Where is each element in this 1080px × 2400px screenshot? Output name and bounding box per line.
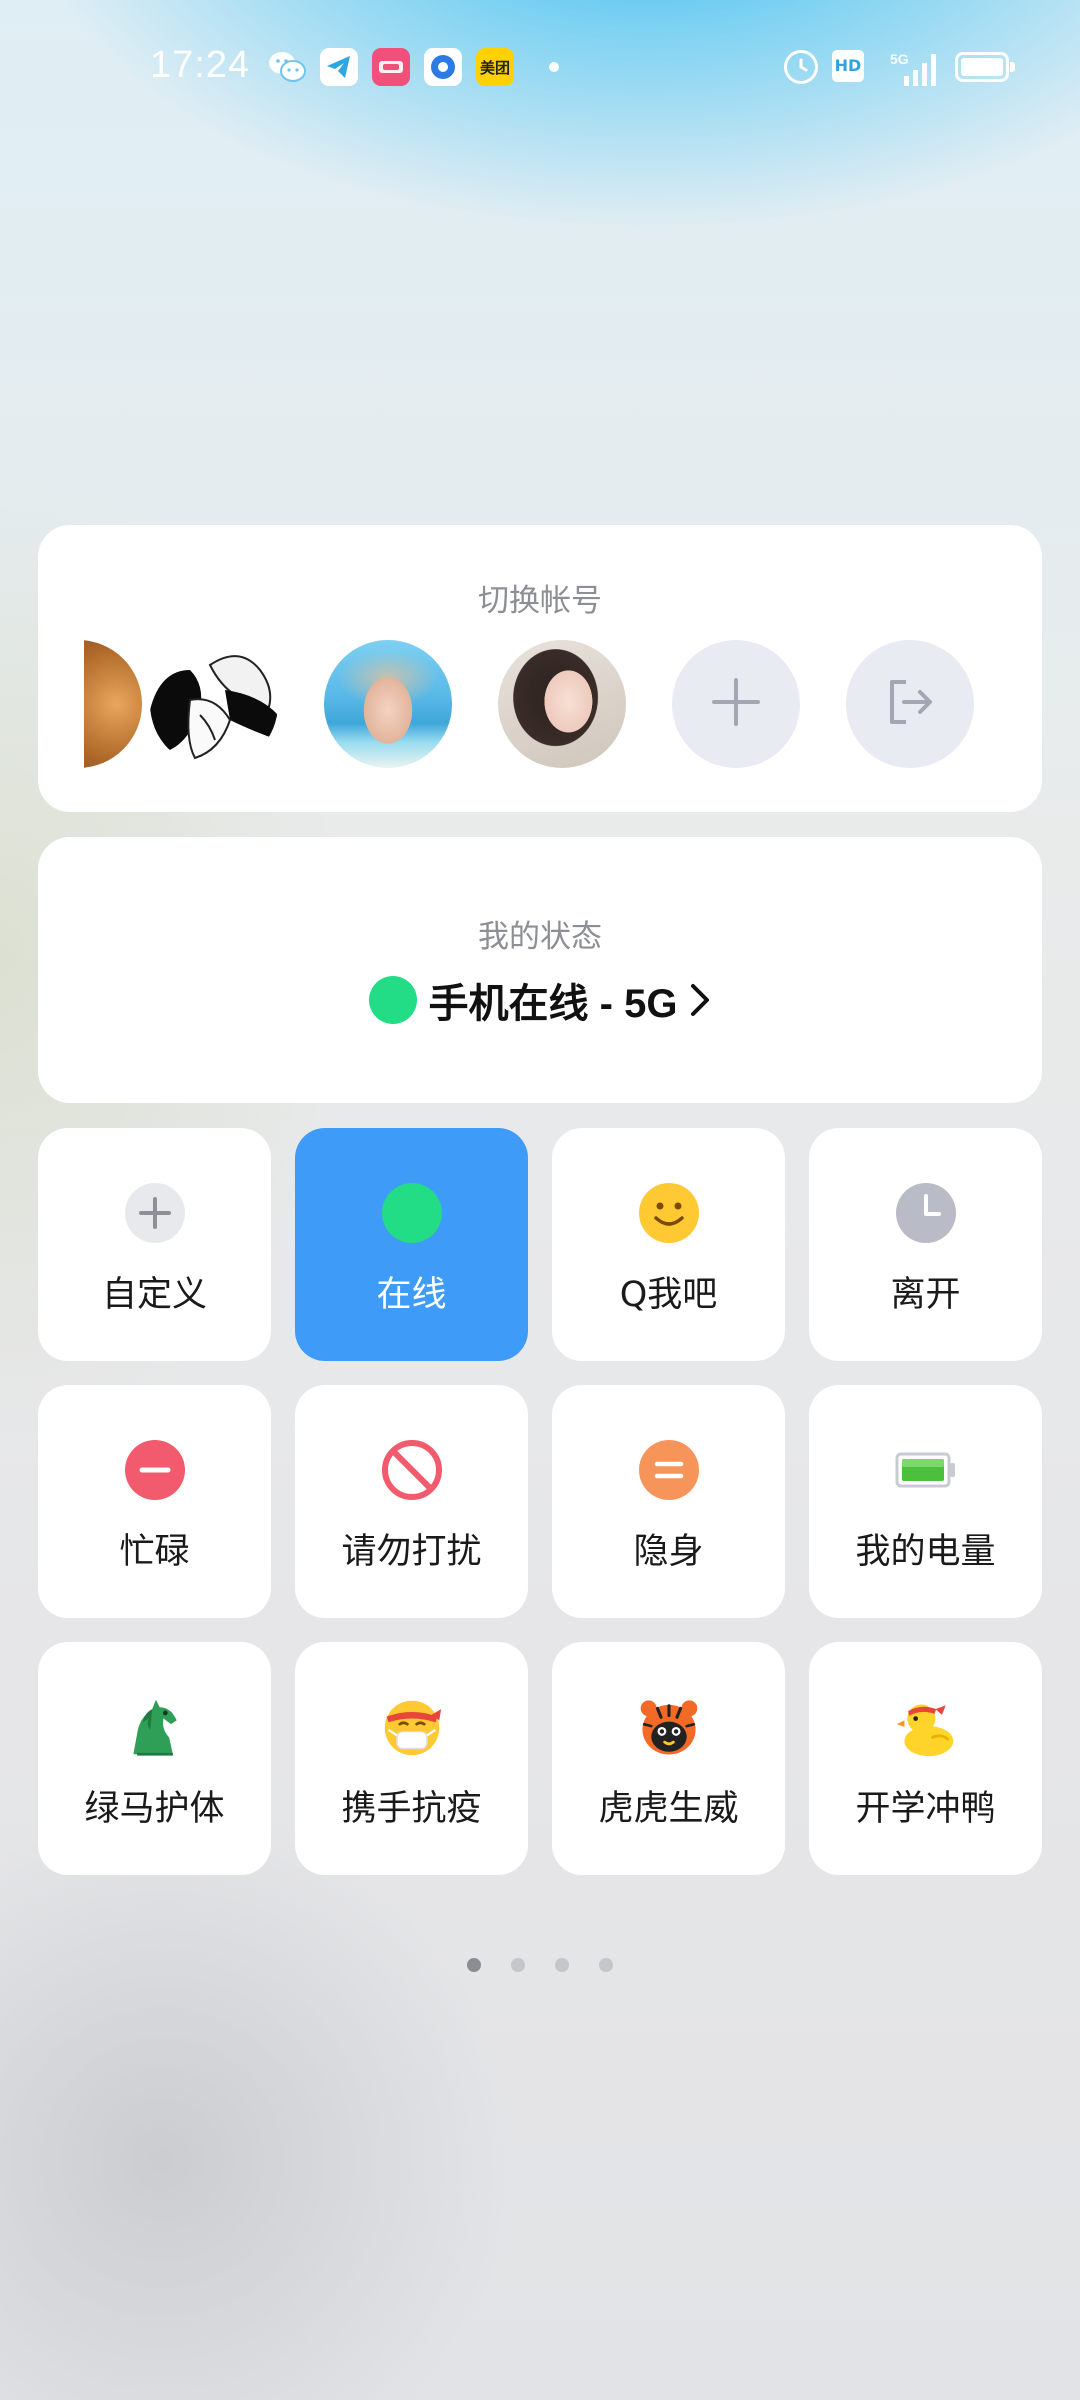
account-switcher-title: 切换帐号 bbox=[478, 583, 602, 619]
current-status[interactable]: 手机在线 - 5G bbox=[38, 971, 1042, 1029]
minus-circle-icon bbox=[124, 1439, 186, 1501]
duck-icon bbox=[895, 1696, 957, 1758]
page-dot[interactable] bbox=[467, 1958, 481, 1972]
equals-circle-icon bbox=[638, 1439, 700, 1501]
status-option-online[interactable]: 在线 bbox=[295, 1128, 528, 1361]
status-bar: 17:24 美团 HD 5G bbox=[0, 0, 1080, 136]
green-horse-icon bbox=[124, 1696, 186, 1758]
current-status-text: 手机在线 - 5G bbox=[428, 982, 678, 1026]
meituan-icon: 美团 bbox=[476, 48, 514, 86]
status-option-custom[interactable]: 自定义 bbox=[38, 1128, 271, 1361]
status-option-label: 我的电量 bbox=[855, 1532, 996, 1572]
logout-button[interactable] bbox=[846, 640, 974, 768]
clock-time: 17:24 bbox=[150, 44, 251, 86]
svg-text:5G: 5G bbox=[890, 51, 909, 67]
status-option-invisible[interactable]: 隐身 bbox=[552, 1385, 785, 1618]
account-avatar[interactable] bbox=[84, 640, 144, 768]
status-option-label: 开学冲鸭 bbox=[855, 1789, 996, 1829]
my-status-card[interactable]: 我的状态 手机在线 - 5G bbox=[38, 837, 1042, 1103]
tiger-icon bbox=[638, 1696, 700, 1758]
status-option-school-duck[interactable]: 开学冲鸭 bbox=[809, 1642, 1042, 1875]
no-entry-icon bbox=[381, 1439, 443, 1501]
status-option-label: 请勿打扰 bbox=[341, 1532, 482, 1572]
status-option-label: 忙碌 bbox=[119, 1532, 190, 1572]
plus-icon bbox=[710, 676, 762, 732]
telegram-icon bbox=[320, 48, 358, 86]
status-option-do-not-disturb[interactable]: 请勿打扰 bbox=[295, 1385, 528, 1618]
logout-icon bbox=[884, 676, 936, 732]
more-notifications-dot bbox=[549, 62, 559, 72]
scroll-fade bbox=[626, 640, 636, 768]
battery-tip bbox=[1010, 62, 1015, 72]
status-option-label: 离开 bbox=[890, 1275, 961, 1315]
signal-5g-icon: 5G bbox=[882, 50, 938, 88]
account-switcher-card: 切换帐号 bbox=[38, 525, 1042, 812]
mask-face-icon bbox=[381, 1696, 443, 1758]
status-option-green-horse[interactable]: 绿马护体 bbox=[38, 1642, 271, 1875]
status-option-away[interactable]: 离开 bbox=[809, 1128, 1042, 1361]
account-avatar[interactable] bbox=[498, 640, 626, 768]
status-option-busy[interactable]: 忙碌 bbox=[38, 1385, 271, 1618]
chevron-right-icon bbox=[689, 982, 711, 1018]
account-avatar[interactable] bbox=[150, 640, 278, 768]
online-dot-icon bbox=[381, 1182, 443, 1244]
hd-icon: HD bbox=[832, 50, 864, 82]
status-option-label: 隐身 bbox=[633, 1532, 704, 1572]
plus-icon bbox=[124, 1182, 186, 1244]
smile-icon bbox=[638, 1182, 700, 1244]
page-indicator bbox=[0, 1958, 1080, 1972]
status-option-fight-epidemic[interactable]: 携手抗疫 bbox=[295, 1642, 528, 1875]
status-option-label: 在线 bbox=[376, 1275, 447, 1315]
wechat-icon bbox=[268, 48, 306, 86]
status-option-tiger[interactable]: 虎虎生威 bbox=[552, 1642, 785, 1875]
status-option-label: 自定义 bbox=[101, 1275, 207, 1315]
app-icon bbox=[372, 48, 410, 86]
page-dot[interactable] bbox=[599, 1958, 613, 1972]
status-option-my-battery[interactable]: 我的电量 bbox=[809, 1385, 1042, 1618]
battery-icon bbox=[895, 1439, 957, 1501]
app-icon bbox=[424, 48, 462, 86]
status-option-label: 绿马护体 bbox=[84, 1789, 225, 1829]
add-account-button[interactable] bbox=[672, 640, 800, 768]
page-dot[interactable] bbox=[555, 1958, 569, 1972]
avatar-image bbox=[84, 640, 142, 768]
online-dot-icon bbox=[368, 976, 417, 1024]
status-option-q-me[interactable]: Q我吧 bbox=[552, 1128, 785, 1361]
status-option-label: 虎虎生威 bbox=[598, 1789, 739, 1829]
account-avatar[interactable] bbox=[324, 640, 452, 768]
clock-icon bbox=[895, 1182, 957, 1244]
alarm-icon bbox=[784, 50, 818, 84]
battery-level bbox=[961, 58, 1003, 76]
battery-icon bbox=[955, 52, 1009, 82]
status-option-label: Q我吧 bbox=[619, 1275, 718, 1315]
my-status-title: 我的状态 bbox=[478, 919, 602, 955]
page-dot[interactable] bbox=[511, 1958, 525, 1972]
status-option-label: 携手抗疫 bbox=[341, 1789, 482, 1829]
